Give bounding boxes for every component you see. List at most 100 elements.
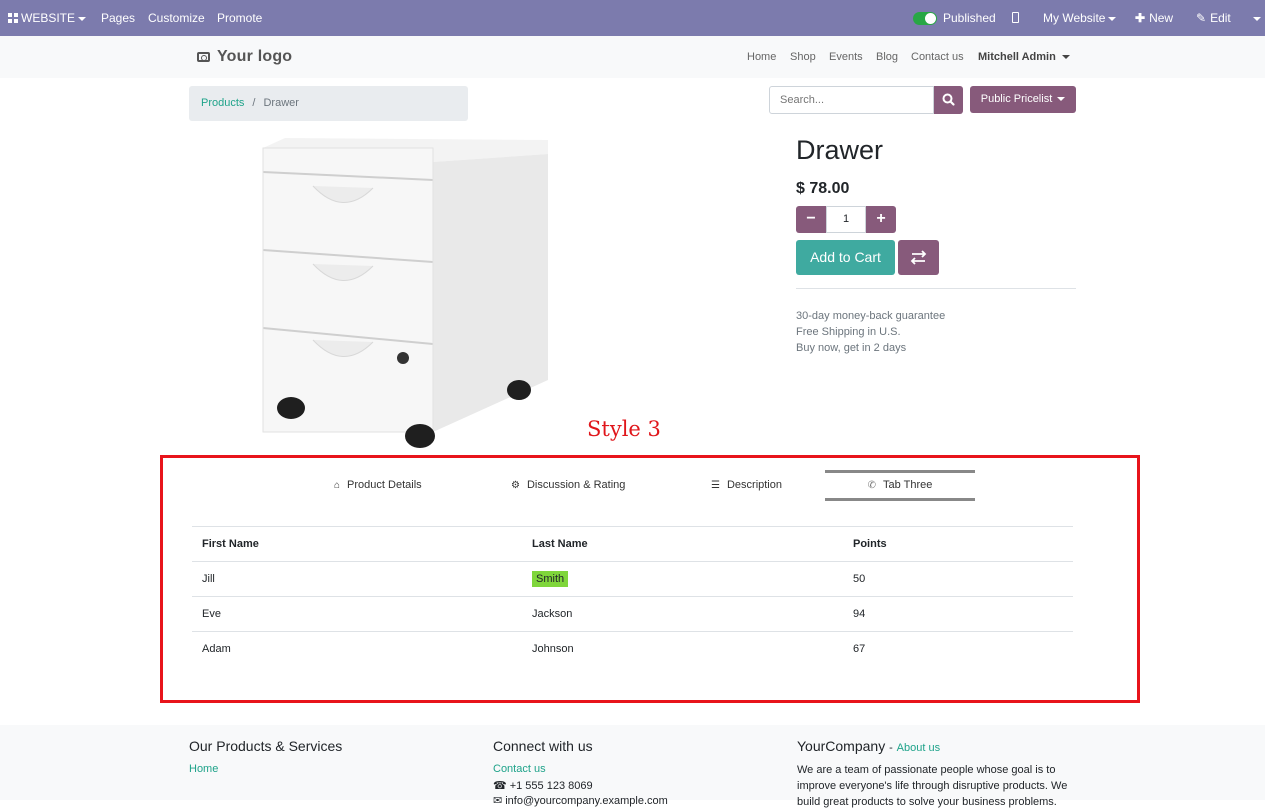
cell-last-name: Johnson — [532, 643, 574, 655]
highlighted-cell: Smith — [532, 571, 569, 587]
website-menu-label: WEBSITE — [21, 11, 76, 25]
tab-description[interactable]: ☰ Description — [711, 470, 782, 501]
product-price: $ 78.00 — [796, 180, 850, 197]
published-label: Published — [943, 11, 996, 25]
cell-first-name: Jill — [202, 573, 215, 585]
tab-product-details[interactable]: ⌂ Product Details — [334, 470, 422, 501]
tab-discussion-rating[interactable]: ⚙ Discussion & Rating — [511, 470, 625, 501]
quantity-input[interactable]: 1 — [826, 206, 866, 233]
cell-last-name: Jackson — [532, 608, 573, 620]
envelope-icon: ✉ — [493, 795, 503, 807]
home-icon: ⌂ — [334, 480, 341, 491]
column-header-points: Points — [853, 538, 887, 550]
plus-icon: ✚ — [1135, 11, 1146, 25]
perk-delivery: Buy now, get in 2 days — [796, 342, 907, 354]
table-row: Eve Jackson 94 — [192, 596, 1073, 631]
mobile-icon — [1012, 12, 1019, 23]
pricelist-label: Public Pricelist — [980, 93, 1053, 105]
nav-home[interactable]: Home — [747, 51, 776, 63]
data-table: First Name Last Name Points Jill Smith 5… — [192, 526, 1073, 666]
footer-about-text-line: We are a team of passionate people whose… — [797, 764, 1056, 776]
nav-contact-us[interactable]: Contact us — [911, 51, 964, 63]
footer-email[interactable]: ✉ info@yourcompany.example.com — [493, 794, 668, 807]
compare-button[interactable] — [898, 240, 939, 275]
tab-label: Description — [726, 479, 782, 491]
perk-shipping: Free Shipping in U.S. — [796, 326, 901, 338]
search-icon — [942, 93, 955, 106]
column-header-first-name: First Name — [202, 538, 259, 550]
chevron-down-icon — [1061, 55, 1070, 60]
product-image — [255, 132, 555, 454]
site-logo[interactable]: Your logo — [197, 48, 292, 66]
title-dash: - — [889, 742, 893, 754]
style-annotation-label: Style 3 — [587, 417, 661, 441]
tab-tab-three[interactable]: ✆ Tab Three — [825, 470, 975, 501]
apps-grid-icon — [8, 13, 18, 23]
admin-bar: WEBSITE Pages Customize Promote Publishe… — [0, 0, 1265, 36]
quantity-increase-button[interactable]: + — [866, 206, 896, 233]
breadcrumb-current: Drawer — [263, 97, 299, 109]
divider — [796, 288, 1076, 289]
footer-about-link[interactable]: About us — [897, 742, 940, 754]
toggle-switch — [913, 12, 937, 26]
table-row: Adam Johnson 67 — [192, 631, 1073, 666]
user-name: Mitchell Admin — [978, 51, 1056, 63]
product-title: Drawer — [796, 135, 884, 165]
camera-icon — [197, 52, 210, 62]
add-to-cart-button[interactable]: Add to Cart — [796, 240, 895, 275]
breadcrumb-separator: / — [252, 97, 256, 109]
search-button[interactable] — [934, 86, 963, 114]
edit-dropdown-toggle[interactable] — [1250, 0, 1261, 36]
pages-menu[interactable]: Pages — [101, 0, 135, 36]
new-label: New — [1149, 11, 1174, 25]
cell-last-name: Smith — [532, 562, 569, 597]
phone-icon: ☎ — [493, 780, 507, 792]
chevron-down-icon — [1108, 16, 1117, 21]
chevron-down-icon — [1057, 97, 1066, 102]
table-row: Jill Smith 50 — [192, 561, 1073, 596]
exchange-icon — [910, 250, 927, 265]
promote-menu[interactable]: Promote — [217, 0, 262, 36]
published-toggle[interactable]: Published — [913, 0, 996, 36]
quantity-decrease-button[interactable]: − — [796, 206, 826, 233]
column-header-last-name: Last Name — [532, 538, 588, 550]
table-header-row: First Name Last Name Points — [192, 526, 1073, 561]
my-website-menu[interactable]: My Website — [1043, 0, 1117, 36]
company-name: YourCompany — [797, 738, 886, 754]
breadcrumb: Products / Drawer — [189, 86, 468, 121]
breadcrumb-products-link[interactable]: Products — [201, 97, 244, 109]
chevron-down-icon — [78, 16, 87, 21]
chevron-down-icon — [1253, 16, 1261, 21]
footer-home-link[interactable]: Home — [189, 763, 218, 775]
website-menu[interactable]: WEBSITE — [8, 0, 87, 36]
cell-first-name: Eve — [202, 608, 221, 620]
user-menu[interactable]: Mitchell Admin — [978, 51, 1070, 63]
site-header — [0, 36, 1265, 78]
nav-blog[interactable]: Blog — [876, 51, 898, 63]
minus-icon: − — [806, 210, 816, 227]
footer-products-title: Our Products & Services — [189, 738, 343, 754]
new-button[interactable]: ✚ New — [1135, 0, 1173, 36]
tab-label: Product Details — [347, 479, 422, 491]
nav-events[interactable]: Events — [829, 51, 863, 63]
logo-text: Your logo — [217, 48, 293, 65]
pricelist-dropdown[interactable]: Public Pricelist — [970, 86, 1076, 113]
cell-first-name: Adam — [202, 643, 231, 655]
gear-icon: ⚙ — [511, 480, 520, 491]
my-website-label: My Website — [1043, 11, 1106, 25]
tab-label: Tab Three — [883, 479, 933, 491]
mobile-preview-button[interactable] — [1012, 0, 1019, 36]
cell-points: 67 — [853, 643, 866, 655]
perk-guarantee: 30-day money-back guarantee — [796, 310, 946, 322]
nav-shop[interactable]: Shop — [790, 51, 816, 63]
edit-button[interactable]: ✎ Edit — [1196, 0, 1231, 36]
footer-contact-link[interactable]: Contact us — [493, 763, 546, 775]
footer-about-text-line: build great products to solve your busin… — [797, 796, 1057, 808]
search-input[interactable] — [769, 86, 934, 114]
footer-company-title: YourCompany - About us — [797, 738, 940, 754]
footer-email-address: info@yourcompany.example.com — [505, 795, 668, 807]
footer-phone: ☎ +1 555 123 8069 — [493, 779, 593, 792]
customize-menu[interactable]: Customize — [148, 0, 205, 36]
edit-label: Edit — [1210, 11, 1231, 25]
footer-phone-number: +1 555 123 8069 — [509, 780, 593, 792]
